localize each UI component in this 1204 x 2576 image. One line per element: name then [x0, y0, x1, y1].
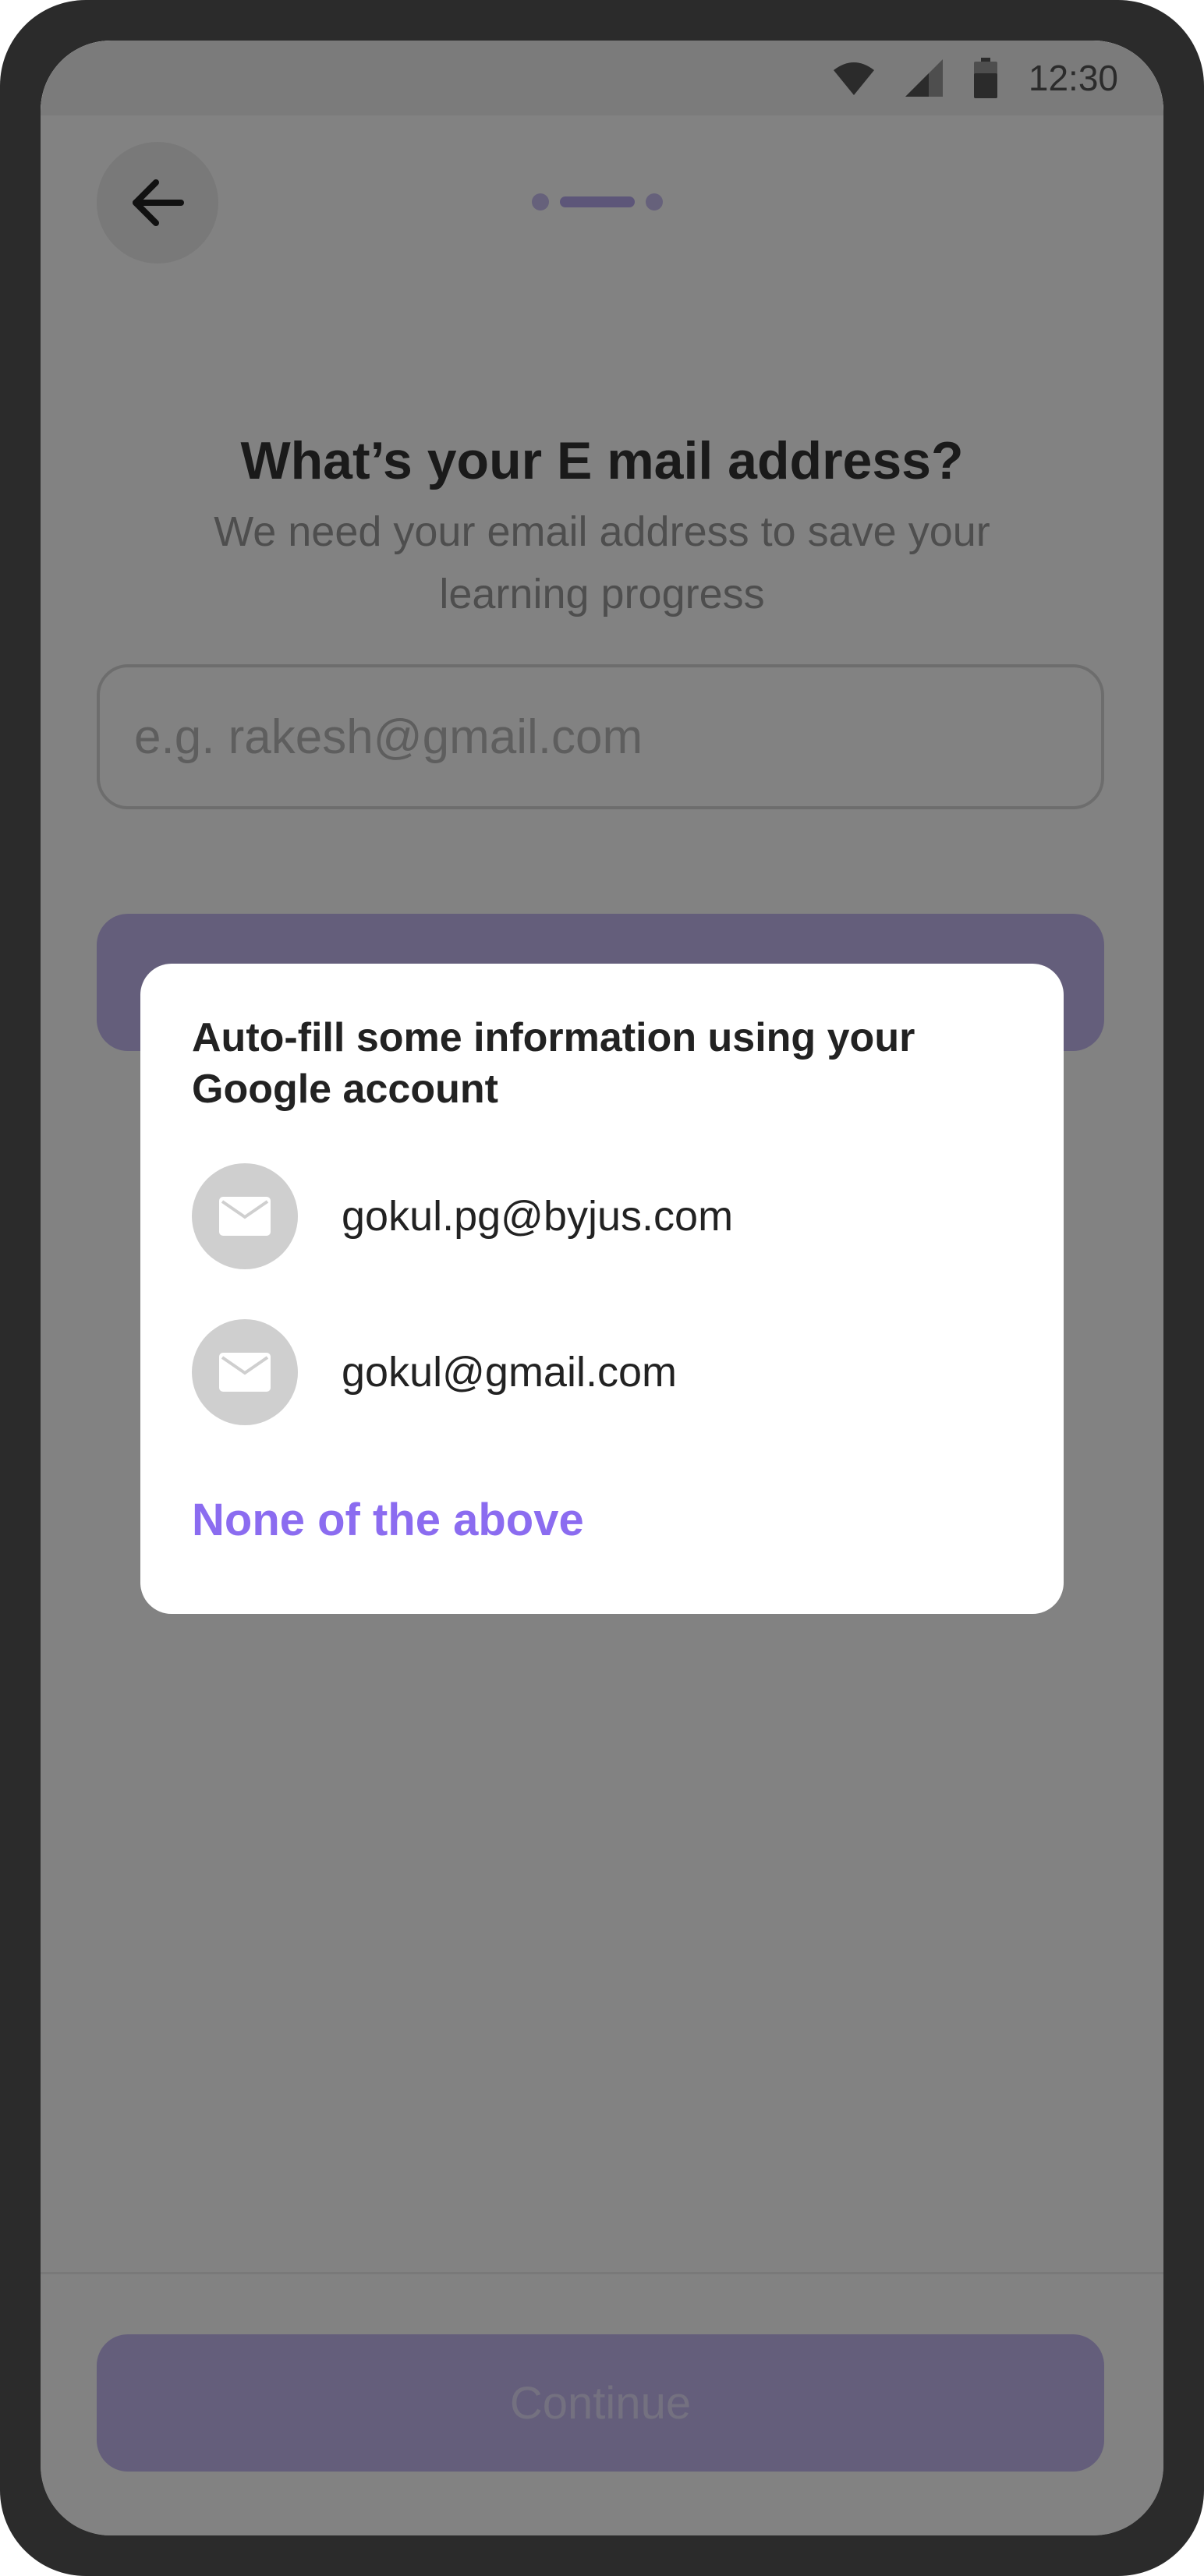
- mail-icon: [219, 1197, 271, 1236]
- dialog-title: Auto-fill some information using your Go…: [192, 1015, 915, 1112]
- account-email: gokul.pg@byjus.com: [342, 1193, 734, 1240]
- account-email: gokul@gmail.com: [342, 1349, 677, 1396]
- account-option[interactable]: gokul.pg@byjus.com: [192, 1163, 1018, 1269]
- autofill-dialog: Auto-fill some information using your Go…: [140, 964, 1064, 1614]
- avatar: [192, 1163, 298, 1269]
- avatar: [192, 1319, 298, 1425]
- mail-icon: [219, 1353, 271, 1392]
- device-frame: 12:30 What’s your E mail address? We nee…: [0, 0, 1204, 2576]
- none-of-the-above-button[interactable]: None of the above: [192, 1494, 584, 1546]
- account-option[interactable]: gokul@gmail.com: [192, 1319, 1018, 1425]
- screen: 12:30 What’s your E mail address? We nee…: [41, 41, 1163, 2535]
